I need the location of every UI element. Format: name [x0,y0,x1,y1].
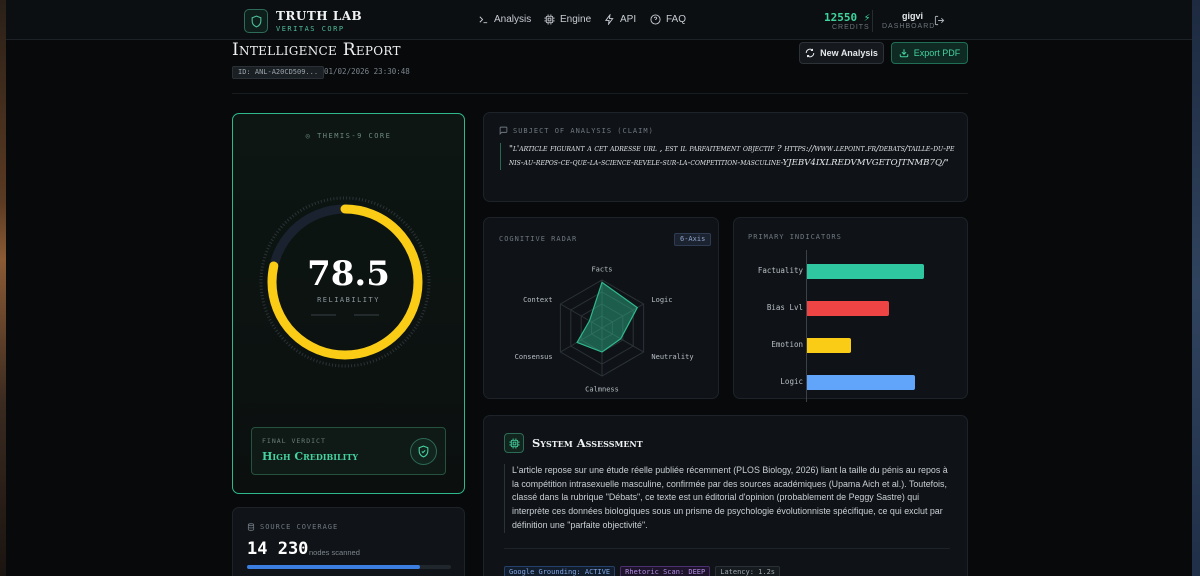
indicator-label: Factuality [757,266,803,275]
indicator-bar [807,264,924,279]
source-coverage-card: SOURCE COVERAGE 14 230 nodes scanned [232,507,465,576]
source-coverage-label: SOURCE COVERAGE [247,523,338,531]
indicator-row: Logic [734,375,969,391]
database-icon [247,523,255,531]
brand-subtitle: VERITAS CORP [276,25,345,33]
claim-label: SUBJECT OF ANALYSIS (CLAIM) [499,126,654,135]
top-navigation [6,0,1192,40]
assessment-title: System Assessment [532,436,643,450]
export-pdf-button[interactable]: Export PDF [891,42,968,64]
verdict-label: FINAL VERDICT [262,437,326,445]
chip-icon: ◎ [305,132,312,140]
refresh-icon [805,48,815,58]
source-coverage-unit: nodes scanned [309,548,360,557]
report-timestamp: 01/02/2026 23:30:48 [324,67,410,76]
brand-logo[interactable] [244,9,268,33]
indicator-row: Emotion [734,338,969,354]
indicator-label: Bias Lvl [766,303,803,312]
zap-icon [604,14,614,25]
logout-icon[interactable] [934,15,945,26]
indicators-label: PRIMARY INDICATORS [748,233,842,241]
nav-item-engine[interactable]: Engine [544,14,591,25]
download-icon [899,49,908,58]
cpu-icon [504,433,524,453]
page-title: Intelligence Report [232,40,401,60]
shield-icon [251,15,261,28]
shield-check-icon [410,438,437,465]
radar-axis-label: Calmness [585,386,619,394]
radar-axis-label: Logic [651,296,672,304]
reliability-score-card: ◎ THEMIS-9 CORE 78.5 RELIABILITY FINAL V… [232,113,465,494]
final-verdict-box: FINAL VERDICT High Credibility [251,427,446,475]
tag-latency: Latency: 1.2s [715,566,781,576]
claim-card: SUBJECT OF ANALYSIS (CLAIM) "l'article f… [483,112,968,202]
assessment-divider [504,548,950,549]
radar-axis-label: Consensus [515,353,553,361]
indicator-row: Bias Lvl [734,301,969,317]
nav-item-analysis[interactable]: Analysis [478,14,531,25]
radar-value-area [576,281,639,353]
core-label: ◎ THEMIS-9 CORE [305,132,392,140]
radar-axis-label: Context [523,296,553,304]
indicator-bar [807,301,889,316]
source-coverage-bar [247,565,451,569]
nav-item-faq[interactable]: FAQ [650,14,686,25]
dashboard-link[interactable]: DASHBOARD [882,23,935,30]
claim-text: "l'article figurant a cet adresse url , … [500,143,955,170]
brand-title[interactable]: TRUTH LAB [276,9,362,23]
cpu-icon [544,14,555,25]
cognitive-radar-card: COGNITIVE RADAR 6-Axis Facts Logic Neutral… [483,217,719,399]
assessment-text: L'article repose sur une étude réelle pu… [504,464,954,533]
reliability-score: 78.5 [307,254,390,294]
assessment-tags: Google Grounding: ACTIVE Rhetoric Scan: … [504,566,781,576]
message-icon [499,126,508,135]
background-edge-right [1192,0,1200,576]
user-name[interactable]: gigvi [902,11,923,21]
indicator-label: Emotion [771,340,803,349]
help-circle-icon [650,14,661,25]
tag-rhetoric: Rhetoric Scan: DEEP [620,566,711,576]
reliability-label: RELIABILITY [317,296,380,304]
tag-grounding: Google Grounding: ACTIVE [504,566,616,576]
nav-item-label: Engine [560,14,592,25]
radar-axis-label: Neutrality [651,353,693,361]
primary-indicators-card: PRIMARY INDICATORS Factuality Bias Lvl Emo… [733,217,969,402]
indicator-row: Factuality [734,264,969,280]
source-coverage-fill [247,565,421,569]
bolt-icon: ⚡ [863,11,871,24]
radar-chart: Facts Logic Neutrality Calmness Consensus Con… [515,266,694,394]
nav-item-label: API [620,14,637,25]
nav-item-label: Analysis [494,14,532,25]
nav-divider [872,10,873,32]
background-edge-left [0,0,6,576]
indicator-bar [807,375,915,390]
source-coverage-value: 14 230 [247,539,309,559]
system-assessment-card: System Assessment L'article repose sur u… [483,415,968,576]
credits-label: CREDITS [832,24,870,31]
indicator-label: Logic [780,377,803,386]
report-id-badge: ID: ANL-A20CD509... [232,66,325,79]
verdict-value: High Credibility [262,450,359,463]
terminal-icon [479,16,488,24]
new-analysis-button[interactable]: New Analysis [799,42,884,64]
indicator-bar [807,338,852,353]
radar-axis-label: Facts [591,266,612,274]
credits-value: 12550 ⚡ [824,11,871,24]
nav-item-api[interactable]: API [604,14,636,25]
nav-item-label: FAQ [666,14,687,25]
header-divider [232,93,968,94]
